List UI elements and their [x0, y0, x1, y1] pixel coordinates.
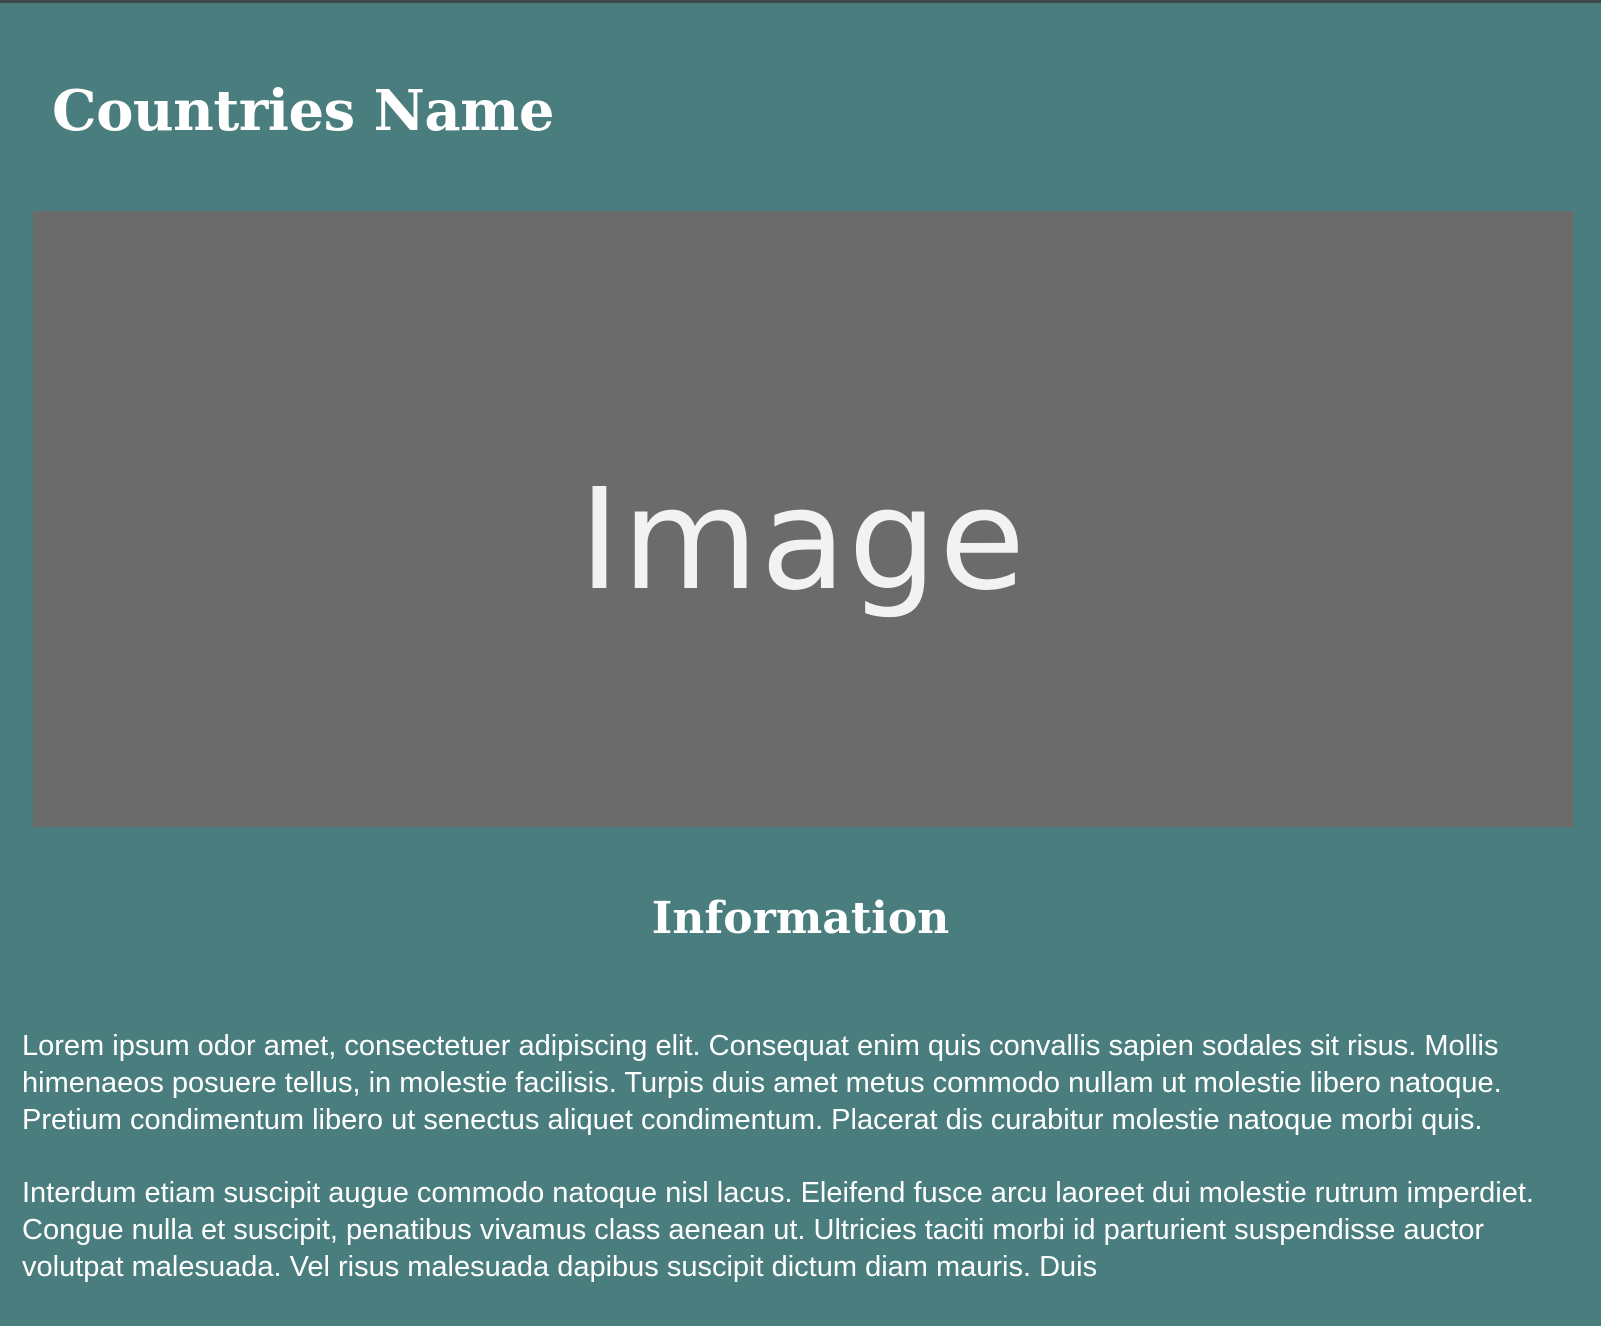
hero-image-placeholder: Image	[33, 211, 1573, 827]
information-content: Lorem ipsum odor amet, consectetuer adip…	[22, 1028, 1587, 1322]
information-heading: Information	[651, 893, 950, 944]
information-paragraph-2: Interdum etiam suscipit augue commodo na…	[22, 1177, 1534, 1283]
page-title: Countries Name	[52, 78, 555, 144]
information-paragraph-1: Lorem ipsum odor amet, consectetuer adip…	[22, 1030, 1502, 1136]
image-placeholder-label: Image	[578, 459, 1028, 622]
